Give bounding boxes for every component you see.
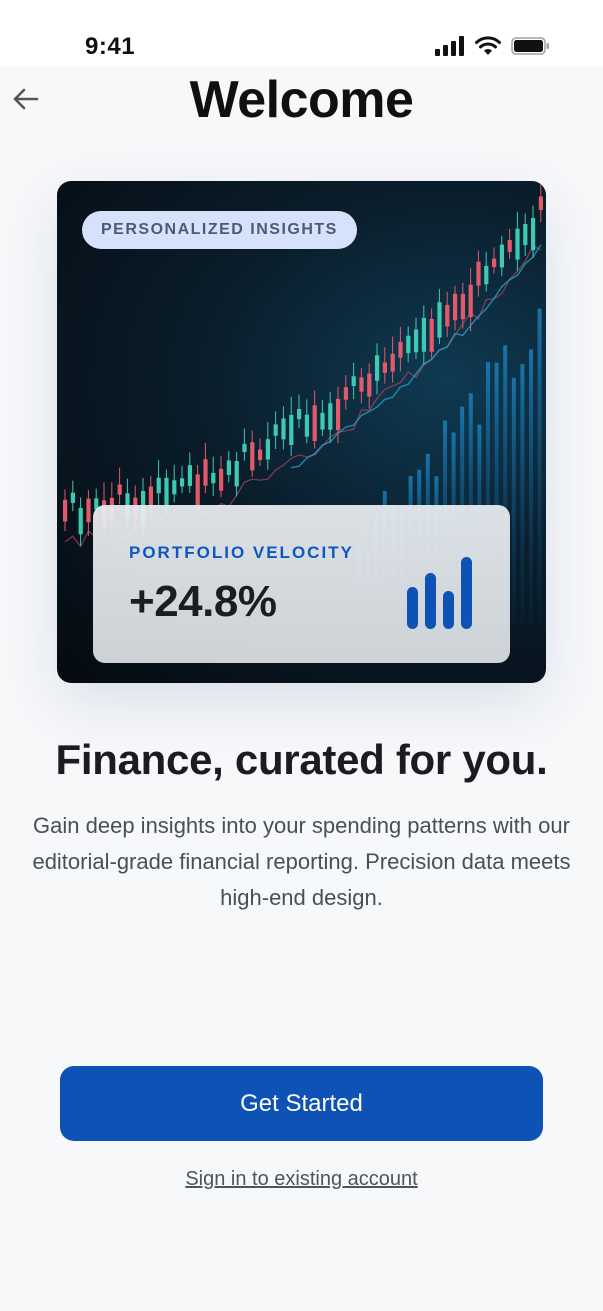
status-time: 9:41 — [85, 33, 136, 60]
candle-body — [180, 478, 185, 487]
candle-body — [336, 398, 341, 431]
candle-body — [86, 498, 91, 523]
headline: Finance, curated for you. — [55, 736, 548, 783]
candle-body — [437, 302, 442, 338]
background-volume-bar — [511, 377, 516, 623]
sign-in-link[interactable]: Sign in to existing account — [0, 1168, 603, 1191]
status-icons — [435, 36, 551, 56]
background-volume-bar — [529, 349, 533, 623]
candle-body — [250, 442, 255, 471]
candle-body — [203, 459, 208, 486]
candle-body — [414, 329, 419, 353]
metric-value: +24.8% — [129, 577, 277, 626]
candle-body — [531, 217, 536, 251]
candle-body — [492, 258, 497, 268]
cellular-signal-icon — [435, 36, 464, 56]
candle-body — [117, 484, 122, 495]
candle-body — [367, 373, 372, 397]
candle-body — [523, 224, 528, 246]
candle-body — [78, 507, 83, 535]
metric-label: PORTFOLIO VELOCITY — [129, 543, 354, 562]
wifi-icon — [475, 36, 501, 55]
candle-body — [242, 443, 247, 453]
candle-body — [211, 472, 216, 484]
candle-body — [406, 335, 411, 354]
candle-body — [460, 293, 465, 320]
candle-body — [265, 439, 270, 460]
candle-body — [187, 465, 192, 486]
personalized-insights-badge: PERSONALIZED INSIGHTS — [82, 211, 357, 249]
candle-body — [507, 240, 512, 253]
candle-body — [63, 499, 68, 522]
candle-body — [538, 196, 543, 211]
candle-body — [195, 474, 200, 508]
candle-body — [421, 317, 426, 352]
candle-body — [375, 355, 380, 381]
page-title: Welcome — [189, 71, 414, 129]
candle-body — [297, 408, 302, 420]
candle-body — [476, 261, 481, 286]
candle-body — [172, 480, 177, 495]
candle-body — [515, 228, 520, 260]
status-bar: 9:41 — [0, 0, 603, 66]
portfolio-velocity-card: PORTFOLIO VELOCITY +24.8% — [93, 505, 510, 663]
candle-body — [343, 387, 348, 400]
candle-body — [328, 403, 333, 430]
candle-body — [70, 492, 75, 503]
candle-body — [258, 449, 263, 460]
candle-body — [499, 244, 504, 268]
candle-body — [226, 460, 231, 475]
candle-body — [382, 362, 387, 373]
candle-body — [219, 468, 224, 491]
candle-body — [304, 414, 309, 437]
get-started-button[interactable]: Get Started — [60, 1066, 543, 1141]
description: Gain deep insights into your spending pa… — [32, 813, 571, 910]
candle-body — [273, 424, 278, 436]
candle-body — [351, 376, 356, 386]
candle-body — [289, 414, 294, 445]
hero-image-card: PERSONALIZED INSIGHTS PORTFOLIO VELOCITY… — [57, 181, 546, 683]
candle-body — [164, 477, 169, 507]
candle-body — [312, 405, 317, 442]
bar-chart-icon — [407, 557, 472, 629]
candle-body — [281, 418, 286, 440]
candle-body — [390, 353, 395, 372]
background-volume-bar — [537, 308, 542, 623]
candle-body — [468, 284, 473, 318]
candle-body — [156, 477, 161, 494]
candle-body — [320, 412, 325, 430]
background-volume-bar — [520, 363, 525, 623]
candle-body — [234, 461, 239, 487]
candle-body — [453, 293, 458, 321]
candle-body — [359, 377, 364, 392]
candle-body — [398, 341, 403, 358]
candle-body — [445, 304, 450, 327]
candle-body — [429, 318, 434, 352]
battery-icon — [511, 37, 549, 55]
candle-body — [484, 265, 489, 285]
